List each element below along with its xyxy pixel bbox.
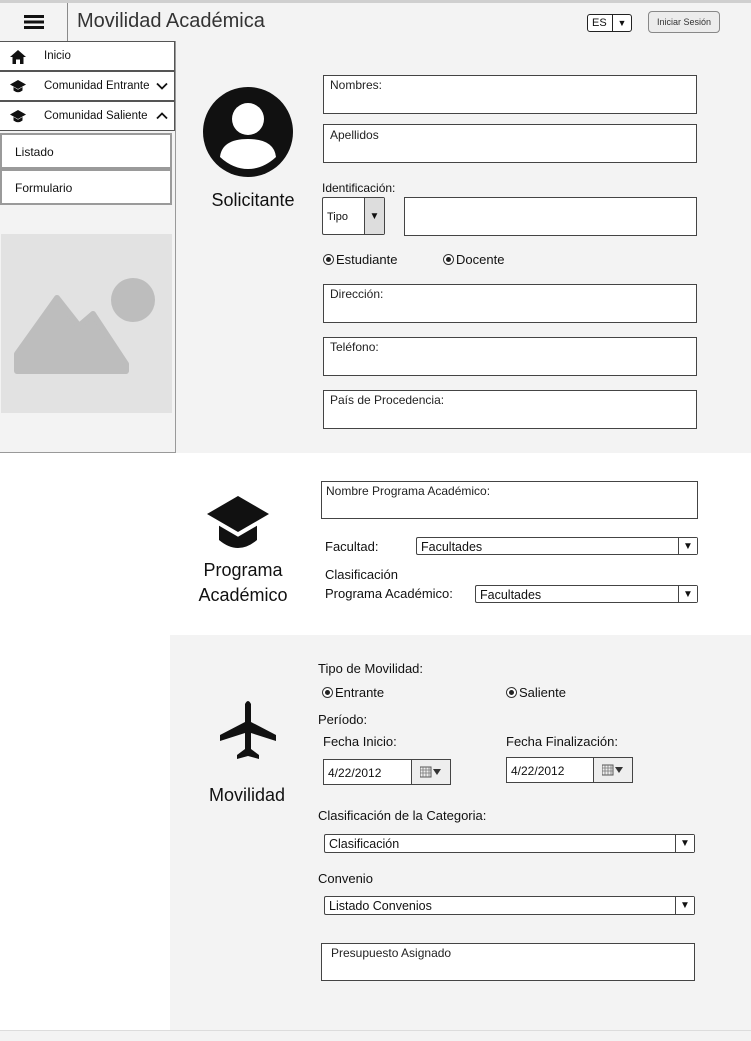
identificacion-field[interactable] xyxy=(404,197,697,236)
login-button[interactable]: Iniciar Sesión xyxy=(648,11,720,33)
radio-selected-icon xyxy=(443,254,454,265)
periodo-label: Período: xyxy=(318,712,368,727)
tipo-value: Tipo xyxy=(327,211,348,223)
graduation-cap-icon xyxy=(10,110,26,123)
convenio-select[interactable]: Listado Convenios ▼ xyxy=(324,896,695,915)
facultad-label: Facultad: xyxy=(325,539,379,554)
sidebar-subitem-listado[interactable]: Listado xyxy=(0,133,172,169)
nombre-programa-field[interactable]: Nombre Programa Académico: xyxy=(321,481,698,519)
select-value: Facultades xyxy=(421,540,483,554)
dropdown-arrow-icon: ▼ xyxy=(675,835,694,852)
field-placeholder: Dirección: xyxy=(330,287,384,301)
dropdown-arrow-icon: ▼ xyxy=(612,15,631,31)
fecha-finalizacion-label: Fecha Finalización: xyxy=(506,734,618,749)
chevron-up-icon xyxy=(156,112,168,120)
field-placeholder: Nombre Programa Académico: xyxy=(326,484,491,498)
app-title: Movilidad Académica xyxy=(77,10,265,32)
image-placeholder-icon xyxy=(14,278,155,374)
field-placeholder: Teléfono: xyxy=(330,340,379,354)
chevron-down-icon xyxy=(156,82,168,90)
field-placeholder: Presupuesto Asignado xyxy=(331,946,452,960)
tipo-movilidad-label: Tipo de Movilidad: xyxy=(318,661,424,676)
convenio-label: Convenio xyxy=(318,871,373,886)
field-placeholder: Apellidos xyxy=(330,128,379,142)
hamburger-menu-icon xyxy=(23,15,44,29)
clasificacion-categoria-select[interactable]: Clasificación ▼ xyxy=(324,834,695,853)
radio-label: Saliente xyxy=(519,685,566,700)
radio-estudiante[interactable]: Estudiante xyxy=(323,252,397,267)
radio-selected-icon xyxy=(322,687,333,698)
fecha-inicio-picker[interactable]: 4/22/2012 xyxy=(323,759,451,785)
clasificacion-categoria-label: Clasificación de la Categoria: xyxy=(318,808,487,823)
sidebar-item-inicio[interactable]: Inicio xyxy=(0,41,175,71)
user-avatar-icon xyxy=(203,87,293,177)
select-value: Facultades xyxy=(480,588,542,602)
date-value: 4/22/2012 xyxy=(511,764,565,778)
dropdown-arrow-icon: ▼ xyxy=(675,897,694,914)
field-placeholder: Nombres: xyxy=(330,78,383,92)
radio-label: Estudiante xyxy=(336,252,398,267)
fecha-inicio-label: Fecha Inicio: xyxy=(323,734,397,749)
field-placeholder: País de Procedencia: xyxy=(330,393,445,407)
calendar-icon[interactable] xyxy=(593,758,632,782)
facultad-select[interactable]: Facultades ▼ xyxy=(416,537,698,555)
date-value: 4/22/2012 xyxy=(328,766,382,780)
apellidos-field[interactable]: Apellidos xyxy=(323,124,697,163)
radio-label: Docente xyxy=(456,252,505,267)
footer-bar xyxy=(0,1030,751,1041)
sidebar-item-label: Comunidad Entrante xyxy=(44,80,150,92)
programa-section: Programa Académico Nombre Programa Acadé… xyxy=(170,454,751,635)
sidebar-item-label: Inicio xyxy=(44,50,71,62)
radio-docente[interactable]: Docente xyxy=(443,252,504,267)
section-label-programa-line2: Académico xyxy=(198,585,288,605)
sidebar-subitem-label: Listado xyxy=(15,145,54,159)
telefono-field[interactable]: Teléfono: xyxy=(323,337,697,376)
dropdown-arrow-icon: ▼ xyxy=(364,198,384,234)
language-value: ES xyxy=(592,17,607,29)
menu-button[interactable] xyxy=(0,3,68,41)
sidebar-item-comunidad-entrante[interactable]: Comunidad Entrante xyxy=(0,71,175,101)
select-value: Clasificación xyxy=(329,837,400,851)
graduation-cap-icon xyxy=(207,496,269,548)
identificacion-label: Identificación: xyxy=(322,181,396,195)
sidebar: Inicio Comunidad Entrante Comunidad Sali… xyxy=(0,41,176,453)
section-label-programa-line1: Programa xyxy=(203,560,283,580)
radio-label: Entrante xyxy=(335,685,385,700)
clasificacion-programa-select[interactable]: Facultades ▼ xyxy=(475,585,698,603)
sidebar-subitem-formulario[interactable]: Formulario xyxy=(0,169,172,205)
airplane-icon xyxy=(220,701,276,759)
movilidad-section: Movilidad Tipo de Movilidad: Entrante Sa… xyxy=(170,635,751,1030)
home-icon xyxy=(10,50,26,64)
image-placeholder xyxy=(1,234,172,413)
pais-procedencia-field[interactable]: País de Procedencia: xyxy=(323,390,697,429)
presupuesto-asignado-field[interactable]: Presupuesto Asignado xyxy=(321,943,695,981)
language-select[interactable]: ES ▼ xyxy=(587,14,632,32)
fecha-finalizacion-picker[interactable]: 4/22/2012 xyxy=(506,757,633,783)
clasificacion-label-line2: Programa Académico: xyxy=(325,586,453,601)
graduation-cap-icon xyxy=(10,80,26,93)
radio-selected-icon xyxy=(323,254,334,265)
solicitante-section: Solicitante Nombres: Apellidos Identific… xyxy=(176,41,751,453)
section-label-solicitante: Solicitante xyxy=(211,190,295,210)
nombres-field[interactable]: Nombres: xyxy=(323,75,697,114)
radio-saliente[interactable]: Saliente xyxy=(506,685,566,700)
sidebar-item-comunidad-saliente[interactable]: Comunidad Saliente xyxy=(0,101,175,131)
select-value: Listado Convenios xyxy=(329,899,432,913)
tipo-select[interactable]: Tipo ▼ xyxy=(322,197,385,235)
calendar-icon[interactable] xyxy=(411,760,450,784)
clasificacion-label-line1: Clasificación xyxy=(325,567,398,582)
radio-entrante[interactable]: Entrante xyxy=(322,685,384,700)
sidebar-subitem-label: Formulario xyxy=(15,181,73,195)
section-label-movilidad: Movilidad xyxy=(208,785,286,805)
radio-selected-icon xyxy=(506,687,517,698)
dropdown-arrow-icon: ▼ xyxy=(678,538,697,554)
sidebar-item-label: Comunidad Saliente xyxy=(44,110,148,122)
dropdown-arrow-icon: ▼ xyxy=(678,586,697,602)
direccion-field[interactable]: Dirección: xyxy=(323,284,697,323)
